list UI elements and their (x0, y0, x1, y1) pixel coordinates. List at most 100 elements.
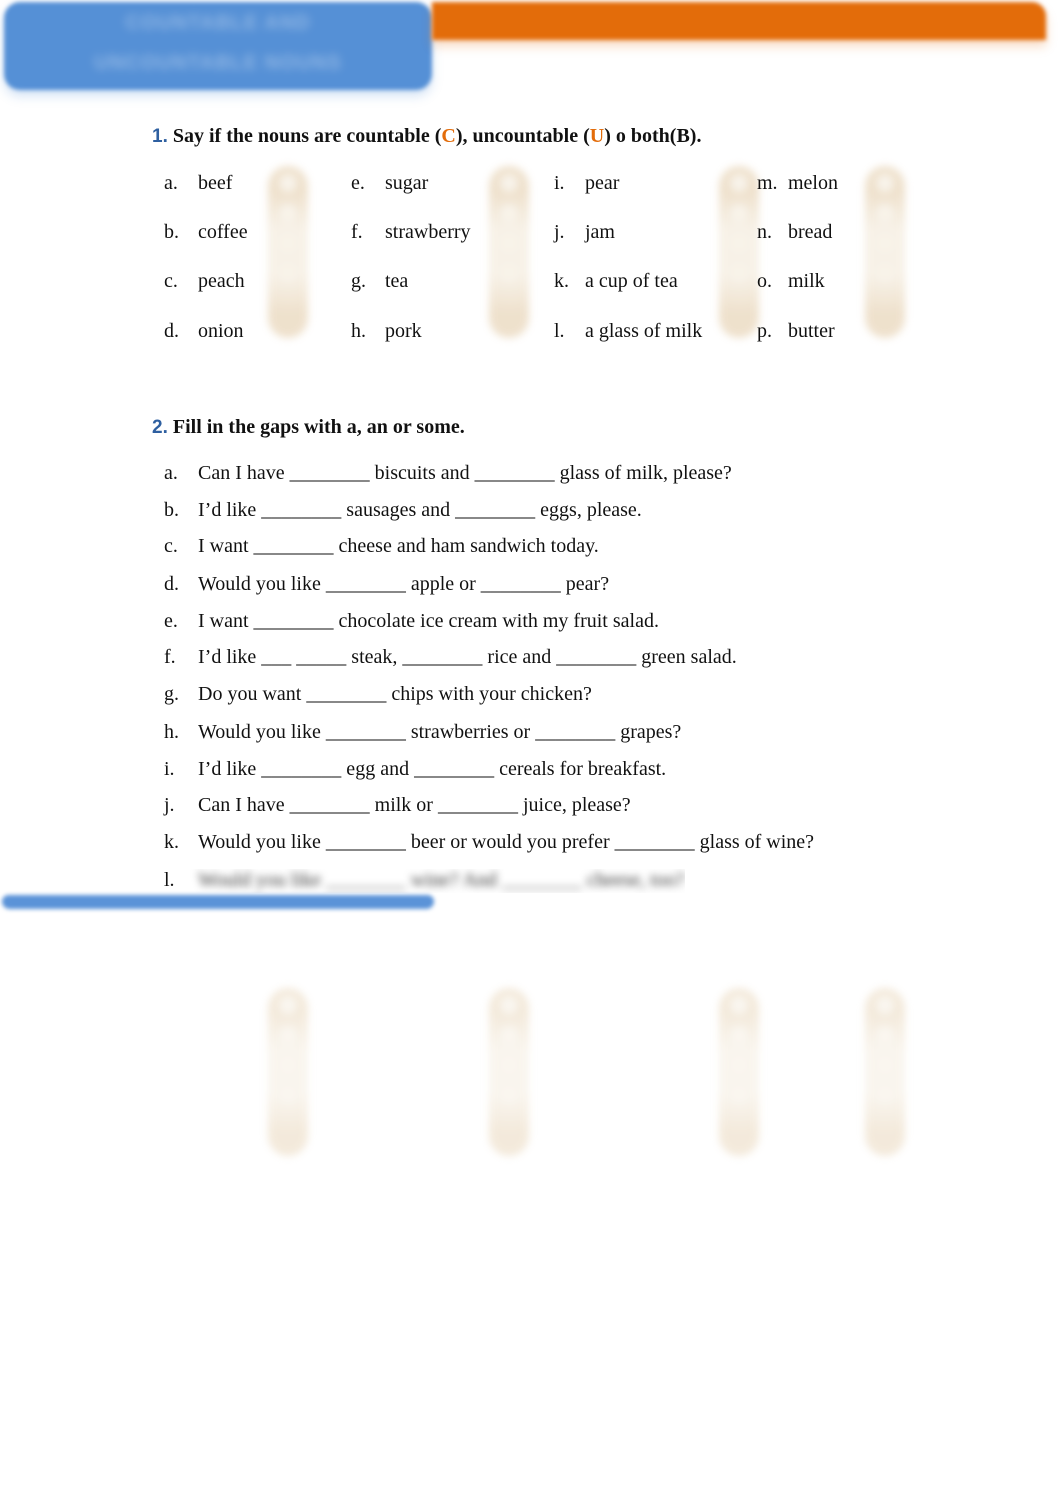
gap-sentence[interactable]: f. I’d like ___ _____ steak, ________ ric… (164, 646, 737, 669)
gap-sentence[interactable]: b. I’d like ________ sausages and _______… (164, 499, 642, 522)
gap-sentence[interactable]: e. I want ________ chocolate ice cream wi… (164, 610, 659, 633)
noun-word: onion (198, 320, 244, 342)
item-letter: m. (757, 172, 778, 194)
faded-circles-column-2 (489, 988, 529, 1156)
countable-code: C (441, 125, 456, 147)
exercise-2-heading: 2. Fill in the gaps with a, an or some. (152, 416, 465, 439)
item-letter: i. (554, 172, 565, 194)
gap-sentence[interactable]: g. Do you want ________ chips with your c… (164, 683, 592, 706)
instruction-part: ) o both(B). (604, 125, 702, 147)
exercise-1-heading: 1. Say if the nouns are countable (C), u… (152, 125, 701, 148)
item-letter: c. (164, 535, 178, 557)
gap-sentence[interactable]: h. Would you like ________ strawberries o… (164, 721, 681, 744)
noun-word: melon (788, 172, 838, 194)
exercise-2-instruction: Fill in the gaps with a, an or some. (172, 416, 465, 438)
gap-sentence[interactable]: i. I’d like ________ egg and ________ cer… (164, 758, 666, 781)
faded-circles-column-4 (865, 988, 905, 1156)
noun-word: beef (198, 172, 233, 194)
header-accent-bar (432, 2, 1046, 40)
answer-circles-column-4[interactable] (865, 166, 905, 338)
item-letter: c. (164, 270, 178, 292)
noun-word: butter (788, 320, 835, 342)
sentence-text: Would you like ________ apple or _______… (198, 573, 610, 595)
gap-sentence[interactable]: k. Would you like ________ beer or would … (164, 831, 814, 854)
noun-item: o. milk (757, 270, 825, 293)
sentence-text: I want ________ cheese and ham sandwich … (198, 535, 599, 557)
noun-item: l. a glass of milk (554, 320, 702, 343)
noun-item: c. peach (164, 270, 245, 293)
sentence-text: Would you like ________ beer or would yo… (198, 831, 815, 853)
sentence-text: I want ________ chocolate ice cream with… (198, 610, 659, 632)
footer-accent-bar (2, 895, 434, 909)
gap-sentence[interactable]: l. Would you like ________ wine? And ____… (164, 869, 685, 893)
instruction-part: Say if the nouns are countable ( (172, 125, 442, 147)
exercise-1-number: 1. (152, 126, 168, 147)
noun-item: a. beef (164, 172, 232, 195)
item-letter: f. (164, 646, 176, 668)
sentence-text: I’d like ___ _____ steak, ________ rice … (198, 646, 737, 668)
faded-circles-column-1 (268, 988, 308, 1156)
item-letter: d. (164, 320, 179, 342)
item-letter: e. (164, 610, 178, 632)
noun-word: jam (585, 221, 615, 243)
sentence-text: I’d like ________ egg and ________ cerea… (198, 758, 667, 780)
item-letter: a. (164, 462, 178, 484)
noun-word: strawberry (385, 221, 471, 243)
sentence-text: Would you like ________ strawberries or … (198, 721, 682, 743)
noun-item: n. bread (757, 221, 832, 244)
title-line-2: UNCOUNTABLE NOUNS (94, 52, 342, 74)
sentence-text: Would you like ________ wine? And ______… (198, 869, 685, 891)
item-letter: a. (164, 172, 178, 194)
instruction-part: ), uncountable ( (455, 125, 590, 147)
noun-item: f. strawberry (351, 221, 471, 244)
title-banner: COUNTABLE AND UNCOUNTABLE NOUNS (4, 2, 432, 90)
noun-word: a cup of tea (585, 270, 678, 292)
item-letter: g. (164, 683, 179, 705)
noun-word: pork (385, 320, 422, 342)
noun-word: tea (385, 270, 409, 292)
item-letter: o. (757, 270, 772, 292)
noun-item: j. jam (554, 221, 615, 244)
item-letter: l. (554, 320, 565, 342)
item-letter: e. (351, 172, 365, 194)
sentence-text: Can I have ________ biscuits and _______… (198, 462, 732, 484)
item-letter: h. (351, 320, 366, 342)
item-letter: l. (164, 869, 175, 891)
sentence-text: Can I have ________ milk or ________ jui… (198, 794, 631, 816)
noun-word: sugar (385, 172, 429, 194)
noun-item: h. pork (351, 320, 422, 343)
noun-item: b. coffee (164, 221, 248, 244)
item-letter: b. (164, 499, 179, 521)
answer-circles-column-3[interactable] (719, 166, 759, 338)
sentence-text: I’d like ________ sausages and ________ … (198, 499, 642, 521)
noun-word: a glass of milk (585, 320, 703, 342)
item-letter: p. (757, 320, 772, 342)
item-letter: f. (351, 221, 363, 243)
item-letter: n. (757, 221, 772, 243)
title-line-1: COUNTABLE AND (125, 12, 311, 34)
noun-item: m. melon (757, 172, 838, 195)
noun-word: milk (788, 270, 825, 292)
gap-sentence[interactable]: j. Can I have ________ milk or ________ j… (164, 794, 631, 817)
answer-circles-column-2[interactable] (489, 166, 529, 338)
item-letter: k. (554, 270, 569, 292)
noun-item: d. onion (164, 320, 244, 343)
noun-item: p. butter (757, 320, 835, 343)
faded-circles-column-3 (719, 988, 759, 1156)
answer-circles-column-1[interactable] (268, 166, 308, 338)
gap-sentence[interactable]: a. Can I have ________ biscuits and _____… (164, 462, 732, 485)
noun-word: bread (788, 221, 833, 243)
noun-item: g. tea (351, 270, 408, 293)
item-letter: i. (164, 758, 175, 780)
noun-item: e. sugar (351, 172, 428, 195)
noun-word: pear (585, 172, 620, 194)
item-letter: j. (554, 221, 565, 243)
noun-word: peach (198, 270, 245, 292)
gap-sentence[interactable]: d. Would you like ________ apple or _____… (164, 573, 609, 596)
item-letter: d. (164, 573, 179, 595)
sentence-text: Do you want ________ chips with your chi… (198, 683, 592, 705)
gap-sentence[interactable]: c. I want ________ cheese and ham sandwic… (164, 535, 599, 558)
item-letter: j. (164, 794, 175, 816)
exercise-2-number: 2. (152, 417, 168, 438)
item-letter: g. (351, 270, 366, 292)
